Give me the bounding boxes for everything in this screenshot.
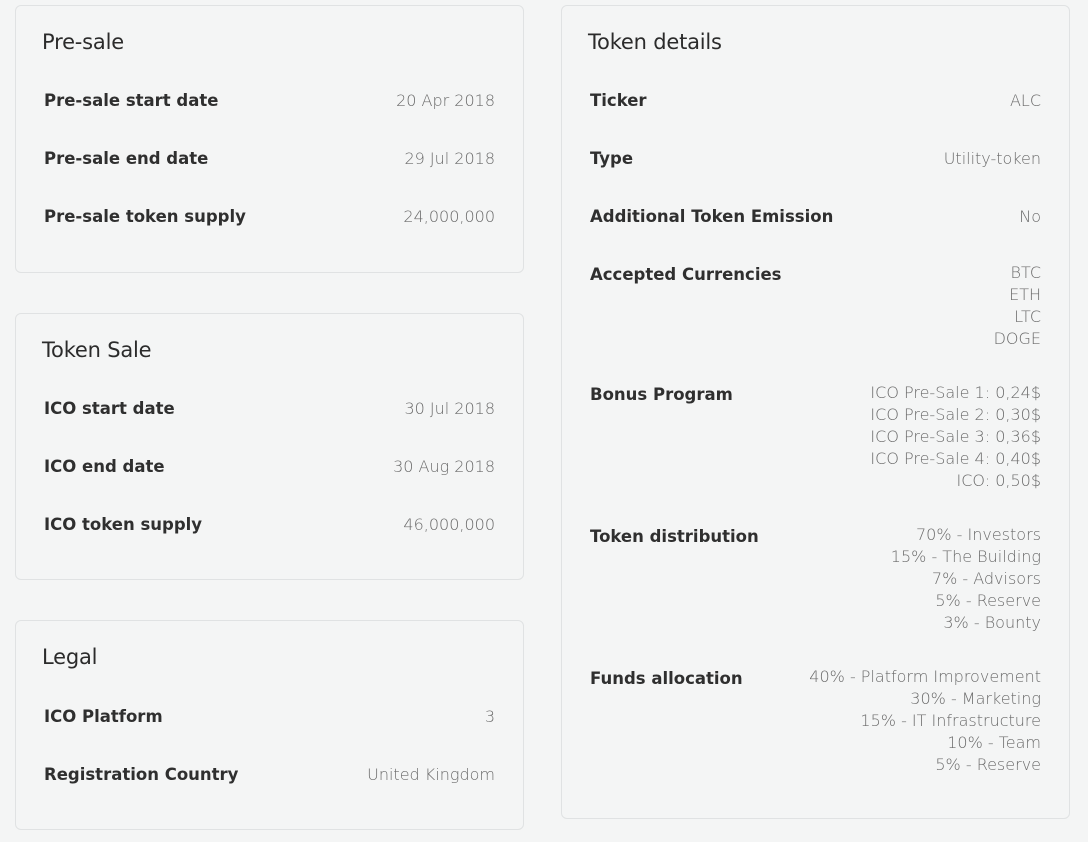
currency-item: BTC [1010, 263, 1041, 282]
presale-end-label: Pre-sale end date [44, 149, 209, 168]
legal-card: Legal ICO Platform 3 Registration Countr… [15, 620, 524, 830]
ico-end-label: ICO end date [44, 457, 165, 476]
ticker-value: ALC [1009, 91, 1041, 110]
funds-item: 15% - IT Infrastructure [860, 711, 1041, 730]
presale-supply-label: Pre-sale token supply [44, 207, 246, 226]
distribution-list: 70% - Investors 15% - The Building 7% - … [891, 524, 1041, 634]
ico-start-row: ICO start date 30 Jul 2018 [44, 398, 495, 420]
bonus-label: Bonus Program [590, 385, 733, 404]
bonus-item: ICO Pre-Sale 3: 0,36$ [870, 427, 1041, 446]
ico-supply-value: 46,000,000 [403, 515, 495, 534]
emission-value: No [1019, 207, 1041, 226]
funds-label: Funds allocation [590, 669, 743, 688]
currency-item: ETH [1009, 285, 1041, 304]
token-details-title: Token details [588, 30, 722, 54]
presale-card: Pre-sale Pre-sale start date 20 Apr 2018… [15, 5, 524, 273]
presale-end-value: 29 Jul 2018 [404, 149, 495, 168]
ico-start-value: 30 Jul 2018 [404, 399, 495, 418]
bonus-item: ICO Pre-Sale 2: 0,30$ [870, 405, 1041, 424]
distribution-item: 70% - Investors [916, 525, 1041, 544]
funds-item: 40% - Platform Improvement [809, 667, 1041, 686]
registration-country-label: Registration Country [44, 765, 239, 784]
funds-row: Funds allocation 40% - Platform Improvem… [590, 666, 1041, 776]
distribution-row: Token distribution 70% - Investors 15% -… [590, 524, 1041, 634]
currency-item: DOGE [993, 329, 1041, 348]
ico-supply-label: ICO token supply [44, 515, 203, 534]
presale-start-value: 20 Apr 2018 [396, 91, 495, 110]
ico-supply-row: ICO token supply 46,000,000 [44, 514, 495, 536]
presale-supply-value: 24,000,000 [403, 207, 495, 226]
presale-title: Pre-sale [42, 30, 124, 54]
currencies-row: Accepted Currencies BTC ETH LTC DOGE [590, 262, 1041, 350]
token-sale-title: Token Sale [42, 338, 152, 362]
ico-platform-value: 3 [484, 707, 495, 726]
registration-country-value: United Kingdom [367, 765, 495, 784]
bonus-row: Bonus Program ICO Pre-Sale 1: 0,24$ ICO … [590, 382, 1041, 492]
ticker-row: Ticker ALC [590, 90, 1041, 112]
type-value: Utility-token [943, 149, 1041, 168]
ico-end-value: 30 Aug 2018 [393, 457, 495, 476]
distribution-item: 5% - Reserve [935, 591, 1041, 610]
distribution-item: 15% - The Building [890, 547, 1041, 566]
funds-item: 5% - Reserve [935, 755, 1041, 774]
presale-start-label: Pre-sale start date [44, 91, 219, 110]
funds-list: 40% - Platform Improvement 30% - Marketi… [809, 666, 1041, 776]
bonus-item: ICO Pre-Sale 4: 0,40$ [870, 449, 1041, 468]
funds-item: 30% - Marketing [910, 689, 1041, 708]
currencies-list: BTC ETH LTC DOGE [994, 262, 1041, 350]
presale-supply-row: Pre-sale token supply 24,000,000 [44, 206, 495, 228]
bonus-item: ICO Pre-Sale 1: 0,24$ [870, 383, 1041, 402]
token-sale-card: Token Sale ICO start date 30 Jul 2018 IC… [15, 313, 524, 580]
bonus-list: ICO Pre-Sale 1: 0,24$ ICO Pre-Sale 2: 0,… [870, 382, 1041, 492]
funds-item: 10% - Team [947, 733, 1041, 752]
ico-platform-label: ICO Platform [44, 707, 163, 726]
presale-end-row: Pre-sale end date 29 Jul 2018 [44, 148, 495, 170]
token-details-card: Token details Ticker ALC Type Utility-to… [561, 5, 1070, 819]
distribution-item: 3% - Bounty [943, 613, 1041, 632]
type-row: Type Utility-token [590, 148, 1041, 170]
emission-row: Additional Token Emission No [590, 206, 1041, 228]
legal-title: Legal [42, 645, 98, 669]
currency-item: LTC [1014, 307, 1041, 326]
ico-platform-row: ICO Platform 3 [44, 706, 495, 728]
bonus-item: ICO: 0,50$ [956, 471, 1041, 490]
registration-country-row: Registration Country United Kingdom [44, 764, 495, 786]
distribution-label: Token distribution [590, 527, 759, 546]
ico-end-row: ICO end date 30 Aug 2018 [44, 456, 495, 478]
currencies-label: Accepted Currencies [590, 265, 782, 284]
distribution-item: 7% - Advisors [931, 569, 1041, 588]
ico-start-label: ICO start date [44, 399, 175, 418]
ticker-label: Ticker [590, 91, 647, 110]
presale-start-row: Pre-sale start date 20 Apr 2018 [44, 90, 495, 112]
type-label: Type [590, 149, 634, 168]
emission-label: Additional Token Emission [590, 207, 834, 226]
